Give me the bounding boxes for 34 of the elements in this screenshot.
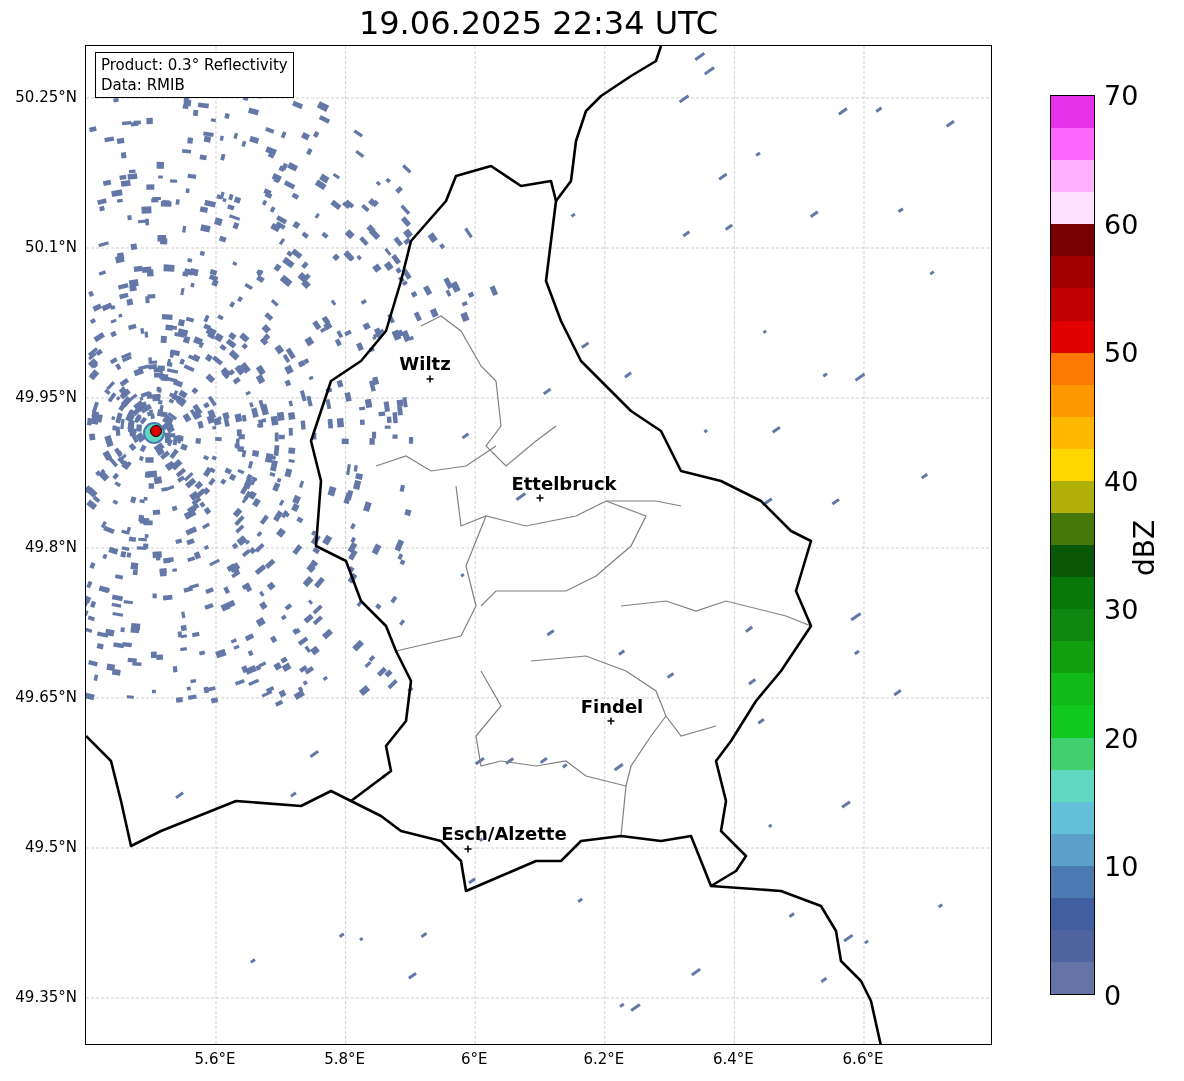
colorbar-tick-label: 20 [1104, 724, 1139, 752]
longitude-label: 6.4°E [712, 1050, 754, 1068]
city-label: Wiltz [399, 352, 451, 374]
latitude-label: 50.1°N [24, 238, 77, 256]
colorbar-tick-label: 0 [1104, 981, 1122, 1009]
city-marker-icon [463, 844, 473, 854]
longitude-label: 6°E [460, 1050, 488, 1068]
info-text: Product: 0.3° Reflectivity [101, 55, 288, 75]
info-text: Data: RMIB [101, 75, 186, 95]
city-label: Esch/Alzette [441, 822, 567, 844]
radar-site-icon [150, 425, 162, 437]
city-label: Findel [580, 695, 644, 717]
chart-title: 19.06.2025 22:34 UTC [358, 6, 719, 39]
colorbar-tick-label: 50 [1104, 338, 1139, 366]
longitude-label: 6.6°E [842, 1050, 884, 1068]
city-marker-icon [425, 374, 435, 384]
latitude-label: 49.95°N [15, 388, 77, 406]
longitude-label: 6.2°E [583, 1050, 625, 1068]
longitude-label: 5.6°E [194, 1050, 236, 1068]
latitude-label: 49.5°N [24, 838, 77, 856]
latitude-label: 49.35°N [15, 988, 77, 1006]
city-marker-icon [535, 493, 545, 503]
colorbar-tick-label: 30 [1104, 595, 1139, 623]
longitude-label: 5.8°E [324, 1050, 365, 1068]
latitude-label: 49.8°N [24, 538, 77, 556]
colorbar-label: dBZ [1127, 519, 1161, 577]
colorbar-tick-label: 60 [1104, 210, 1139, 238]
latitude-label: 50.25°N [15, 88, 77, 106]
latitude-label: 49.65°N [15, 688, 77, 706]
city-marker-icon [606, 716, 616, 726]
colorbar-tick-label: 70 [1104, 81, 1139, 109]
city-label: Ettelbruck [511, 472, 617, 494]
colorbar-tick-label: 10 [1104, 852, 1139, 880]
colorbar-tick-label: 40 [1104, 467, 1139, 495]
